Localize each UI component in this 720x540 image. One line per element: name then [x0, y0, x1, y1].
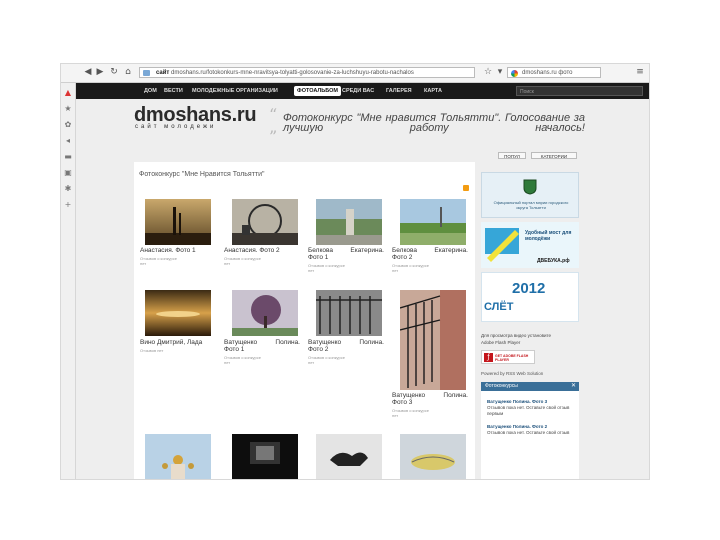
flash-notice-line1: Для просмотра видео установите: [481, 333, 552, 338]
header-quote[interactable]: Фотоконкурс "Мне нравится Тольятти". Гол…: [283, 113, 585, 134]
google-icon: [511, 70, 518, 77]
photo-meta-1: Отзывов о конкурсе нет: [140, 256, 177, 266]
coat-of-arms-icon: [523, 179, 537, 195]
share-icon[interactable]: ◂: [64, 137, 72, 145]
photo-meta-3: Отзывов о конкурсе нет: [308, 263, 345, 273]
tab-popular[interactable]: ПОПУЛ: [498, 152, 526, 159]
address-bar[interactable]: сайт dmoshans.ru/fotokonkurs-mne-nravits…: [139, 67, 475, 78]
close-quote-icon: ”: [269, 127, 278, 146]
photo-thumbnail-2[interactable]: [232, 199, 298, 245]
banner-city-portal[interactable]: Официальный портал мэрии городского окру…: [481, 172, 579, 218]
menu-icon[interactable]: ≡: [635, 67, 645, 78]
photo-meta-2: Отзывов о конкурсе нет: [224, 256, 261, 266]
browser-search[interactable]: dmoshans.ru фото: [507, 67, 601, 78]
tab-categories[interactable]: КАТЕГОРИИ: [531, 152, 577, 159]
nav-item-home[interactable]: ДОМ: [144, 87, 157, 95]
forward-icon[interactable]: ▶: [95, 67, 105, 78]
download-icon[interactable]: ▣: [64, 169, 72, 177]
nav-item-among-you[interactable]: СРЕДИ ВАС: [342, 87, 374, 95]
photo-caption-5[interactable]: Вино Дмитрий, Лада: [140, 339, 220, 346]
photo-caption-2[interactable]: Анастасия. Фото 2: [224, 247, 300, 254]
address-tab-label: сайт: [156, 70, 170, 76]
browser-toolbar: ◀ ▶ ↻ ⌂ сайт dmoshans.ru/fotokonkurs-mne…: [61, 64, 649, 83]
nav-item-photoalbum[interactable]: ФОТОАЛЬБОМ: [294, 86, 342, 96]
nav-item-map[interactable]: КАРТА: [424, 87, 442, 95]
address-text: dmoshans.ru/fotokonkurs-mne-nravitsya-to…: [171, 70, 414, 76]
add-icon[interactable]: +: [64, 201, 72, 209]
site-search-input[interactable]: Поиск: [516, 86, 643, 96]
banner-bridge-icon: [485, 228, 519, 262]
powered-by[interactable]: Powered by RSS Web Solution: [481, 370, 543, 377]
photo-thumbnail-6[interactable]: [232, 290, 298, 336]
rss-icon[interactable]: [463, 185, 469, 191]
banner-bridge-text: Удобный мост для молодёжи: [525, 230, 572, 242]
photo-caption-4[interactable]: Белкова Екатерина. Фото 2: [392, 247, 468, 261]
photo-thumbnail-1[interactable]: [145, 199, 211, 245]
star-icon[interactable]: ☆: [483, 67, 493, 78]
photo-meta-6: Отзывов о конкурсе нет: [224, 355, 261, 365]
banner-year: 2012: [512, 280, 546, 297]
reload-icon[interactable]: ↻: [109, 67, 119, 78]
site-tagline: сайт молодежи: [135, 124, 217, 130]
right-sidebar: Официальный портал мэрии городского окру…: [481, 172, 579, 479]
photo-thumbnail-11[interactable]: [316, 434, 382, 480]
photo-thumbnail-9[interactable]: [145, 434, 211, 480]
banner-city-portal-text: Официальный портал мэрии городского окру…: [493, 200, 569, 210]
content-title: Фотоконкурс "Мне Нравится Тольятти": [139, 171, 265, 178]
photo-caption-7[interactable]: Ватущенко Полина. Фото 2: [308, 339, 384, 353]
news-title-2[interactable]: Ватущенко Полина. Фото 2: [487, 424, 575, 429]
chat-icon[interactable]: ▬: [64, 153, 72, 161]
banner-bridge[interactable]: Удобный мост для молодёжи ДВЕБУКА.рф: [481, 222, 579, 268]
photo-thumbnail-3[interactable]: [316, 199, 382, 245]
site-nav: ДОМ ВЕСТИ МОЛОДЕЖНЫЕ ОРГАНИЗАЦИИ ФОТОАЛЬ…: [76, 83, 649, 99]
browser-sidebar: ▲ ★ ✿ ◂ ▬ ▣ ✱ +: [61, 83, 76, 479]
photo-thumbnail-4[interactable]: [400, 199, 466, 245]
photo-meta-5: Отзывов нет: [140, 348, 164, 353]
banner-bridge-domain: ДВЕБУКА.рф: [537, 258, 570, 264]
browser-window: ◀ ▶ ↻ ⌂ сайт dmoshans.ru/fotokonkurs-mne…: [60, 63, 650, 480]
page-icon: [143, 70, 150, 76]
photo-thumbnail-10[interactable]: [232, 434, 298, 480]
gear-icon[interactable]: ✿: [64, 121, 72, 129]
settings-icon[interactable]: ✱: [64, 185, 72, 193]
flash-icon: ƒ: [484, 353, 493, 362]
news-text-2: Отзывов пока нет. Оставьте свой отзыв: [487, 430, 570, 435]
browser-search-text: dmoshans.ru фото: [522, 70, 573, 76]
news-title-1[interactable]: Ватущенко Полина. Фото 3: [487, 399, 575, 404]
news-text-1: Отзывов пока нет. Оставьте свой отзыв пе…: [487, 405, 570, 416]
banner-slet-word: СЛЁТ: [484, 301, 514, 313]
nav-item-news[interactable]: ВЕСТИ: [164, 87, 183, 95]
bookmark-star-icon[interactable]: ★: [64, 105, 72, 113]
photo-caption-3[interactable]: Белкова Екатерина. Фото 1: [308, 247, 384, 261]
photo-thumbnail-5[interactable]: [145, 290, 211, 336]
content-panel: Фотоконкурс "Мне Нравится Тольятти" Анас…: [134, 162, 475, 480]
alert-icon[interactable]: ▲: [64, 89, 72, 97]
banner-slet-2012[interactable]: 2012 СЛЁТ: [481, 272, 579, 322]
widget-body: Ватущенко Полина. Фото 3 Отзывов пока не…: [481, 391, 579, 479]
photo-thumbnail-8[interactable]: [400, 290, 466, 390]
get-flash-button[interactable]: ƒ GET ADOBE FLASH PLAYER: [481, 350, 535, 364]
photo-caption-1[interactable]: Анастасия. Фото 1: [140, 247, 216, 254]
nav-item-organizations[interactable]: МОЛОДЕЖНЫЕ ОРГАНИЗАЦИИ: [192, 87, 278, 95]
dropdown-icon[interactable]: ▾: [495, 67, 505, 78]
photo-caption-6[interactable]: Ватущенко Полина. Фото 1: [224, 339, 300, 353]
widget-header: Фотоконкурсы ✕: [481, 382, 579, 391]
open-quote-icon: “: [269, 105, 278, 124]
photo-meta-7: Отзывов о конкурсе нет: [308, 355, 345, 365]
photo-meta-4: Отзывов о конкурсе нет: [392, 263, 429, 273]
nav-item-gallery[interactable]: ГАЛЕРЕЯ: [386, 87, 412, 95]
flash-notice-line2: Adobe Flash Player: [481, 340, 521, 345]
photo-caption-8[interactable]: Ватущенко Полина. Фото 3: [392, 392, 468, 406]
flash-badge-text: GET ADOBE FLASH PLAYER: [495, 354, 529, 362]
back-icon[interactable]: ◀: [83, 67, 93, 78]
widget-close-icon[interactable]: ✕: [571, 382, 576, 391]
photo-meta-8: Отзывов о конкурсе нет: [392, 408, 429, 418]
photo-thumbnail-12[interactable]: [400, 434, 466, 480]
widget-title: Фотоконкурсы: [485, 383, 518, 389]
home-icon[interactable]: ⌂: [123, 67, 133, 78]
photo-thumbnail-7[interactable]: [316, 290, 382, 336]
